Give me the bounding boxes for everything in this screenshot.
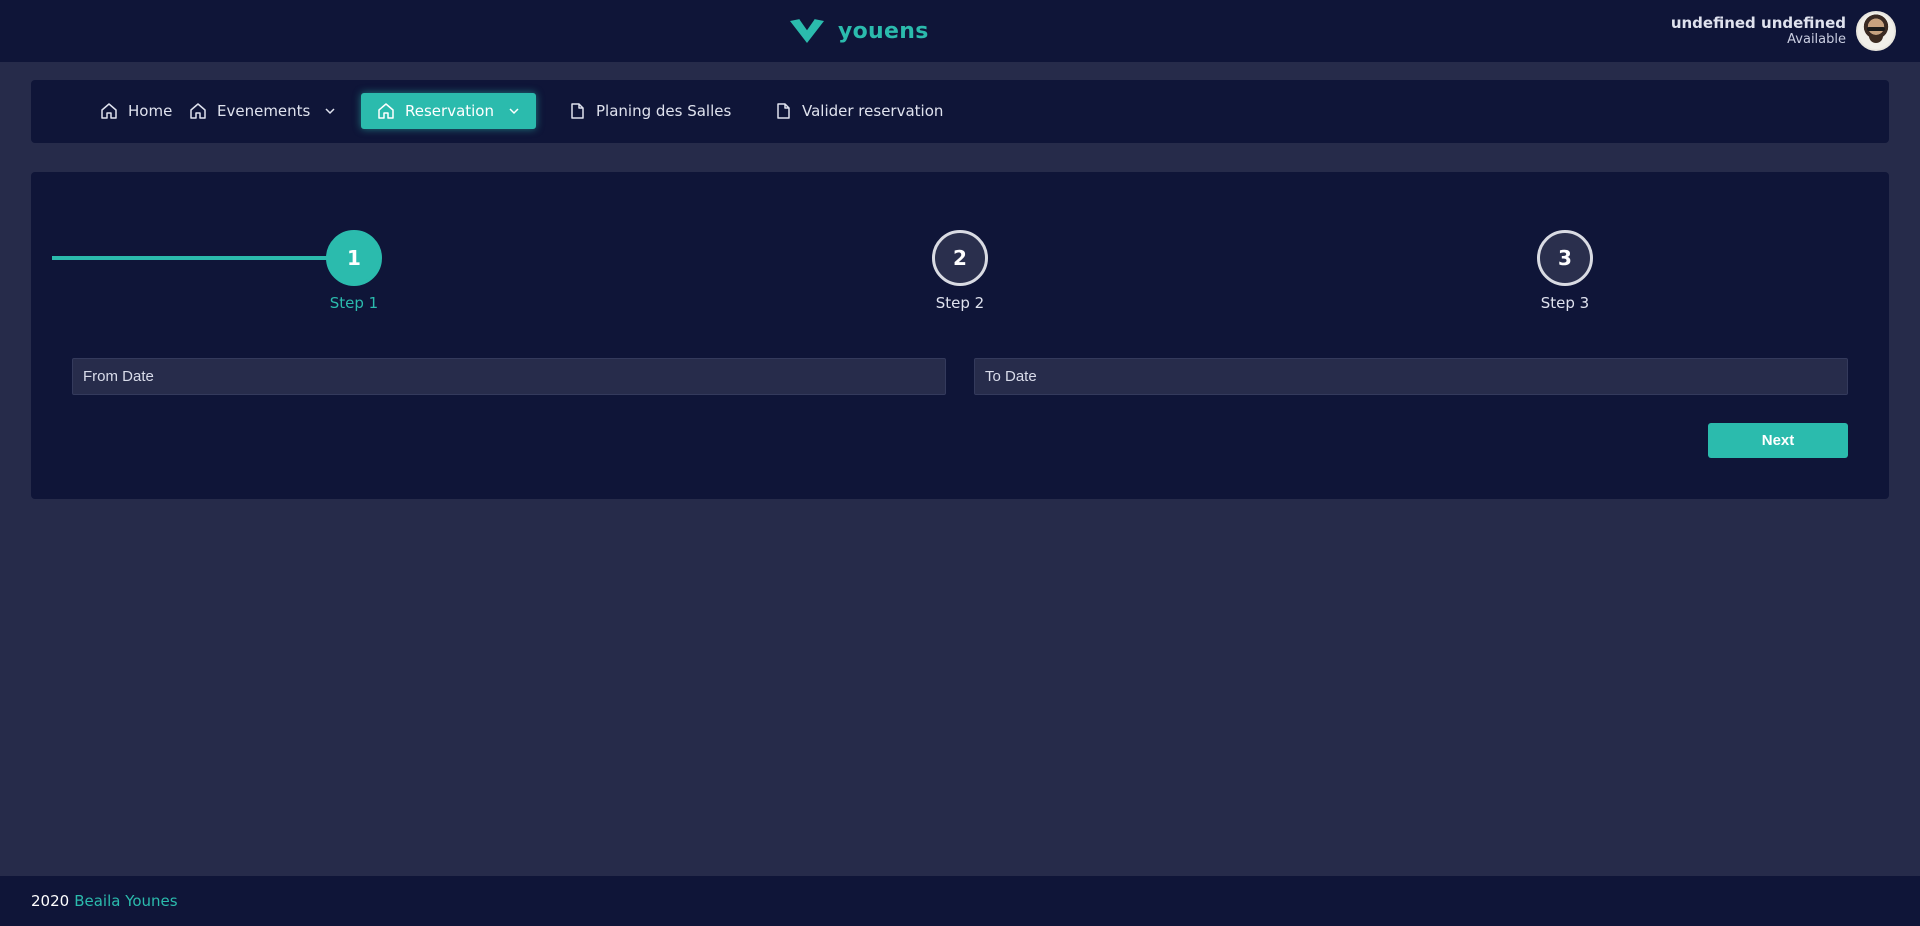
nav-item-valider-reservation[interactable]: Valider reservation xyxy=(758,93,959,129)
from-date-field[interactable] xyxy=(72,358,946,395)
next-button[interactable]: Next xyxy=(1708,423,1848,458)
user-info: undefined undefined Available xyxy=(1671,14,1846,48)
brand-name: youens xyxy=(838,18,929,44)
avatar-beard xyxy=(1869,35,1883,43)
chevron-down-icon xyxy=(509,108,519,115)
footer: 2020 Beaila Younes xyxy=(0,876,1920,926)
footer-author-link[interactable]: Beaila Younes xyxy=(74,892,177,910)
step-3[interactable]: 3 Step 3 xyxy=(1505,230,1625,312)
user-name: undefined undefined xyxy=(1670,14,1846,33)
main-nav: Home Evenements Reservation Planing des … xyxy=(31,80,1889,143)
top-bar: youens undefined undefined Available xyxy=(0,0,1920,62)
user-menu[interactable]: undefined undefined Available xyxy=(1671,10,1896,52)
nav-item-label: Valider reservation xyxy=(802,102,944,120)
step-1[interactable]: 1 Step 1 xyxy=(294,230,414,312)
step-label: Step 3 xyxy=(1540,294,1590,312)
nav-item-label: Reservation xyxy=(405,102,494,120)
step-2[interactable]: 2 Step 2 xyxy=(900,230,1020,312)
user-status: Available xyxy=(1787,32,1846,48)
nav-item-evenements[interactable]: Evenements xyxy=(173,93,352,129)
brand-logo[interactable]: youens xyxy=(788,14,929,48)
nav-item-label: Home xyxy=(128,102,173,120)
step-circle: 2 xyxy=(932,230,988,286)
footer-year: 2020 xyxy=(31,892,70,910)
avatar[interactable] xyxy=(1856,11,1896,51)
to-date-field[interactable] xyxy=(974,358,1848,395)
step-circle: 1 xyxy=(326,230,382,286)
avatar-glasses xyxy=(1867,27,1885,31)
v-heart-logo-icon xyxy=(790,18,824,43)
home-icon xyxy=(378,103,394,119)
step-circle: 3 xyxy=(1537,230,1593,286)
nav-item-reservation[interactable]: Reservation xyxy=(361,93,536,129)
file-icon xyxy=(571,103,584,119)
step-label: Step 1 xyxy=(329,294,379,312)
nav-item-planing-des-salles[interactable]: Planing des Salles xyxy=(552,93,747,129)
nav-item-label: Planing des Salles xyxy=(596,102,732,120)
nav-item-label: Evenements xyxy=(217,102,311,120)
file-icon xyxy=(777,103,790,119)
step-label: Step 2 xyxy=(935,294,985,312)
home-icon xyxy=(190,103,206,119)
chevron-down-icon xyxy=(325,108,335,115)
reservation-card: 1 Step 1 2 Step 2 3 Step 3 Next xyxy=(31,172,1889,499)
home-icon xyxy=(101,103,117,119)
